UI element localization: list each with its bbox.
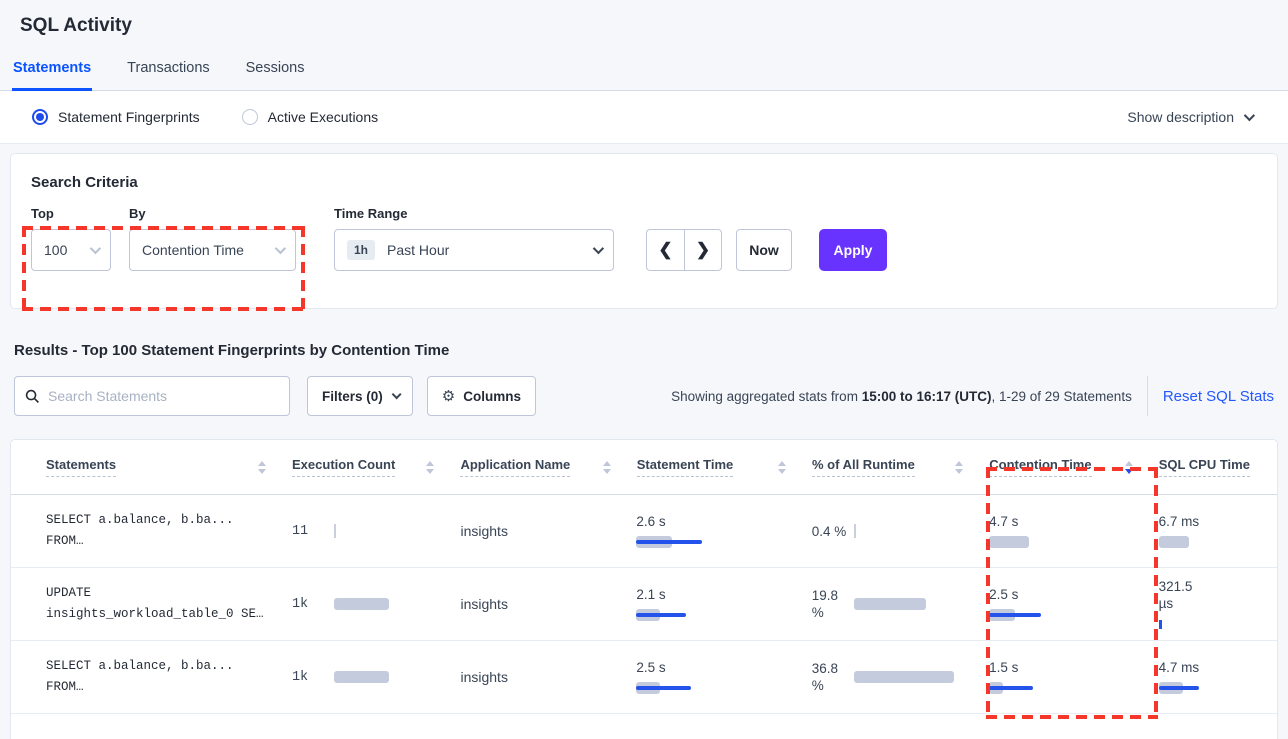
now-button[interactable]: Now [736,229,792,271]
sort-icon[interactable] [778,461,786,474]
time-range-select[interactable]: 1h Past Hour [334,229,614,271]
by-field: By Contention Time [129,206,296,271]
radio-active-executions[interactable]: Active Executions [242,109,379,125]
results-toolbar: Filters (0) ⚙ Columns Showing aggregated… [14,376,1274,416]
column-header-statements[interactable]: Statements [46,457,292,477]
results-heading: Results - Top 100 Statement Fingerprints… [14,342,1288,359]
table-row[interactable]: SELECT a.balance, b.ba... FROM… 1k insig… [11,641,1277,714]
chevron-down-icon [391,389,401,399]
reset-sql-stats-link[interactable]: Reset SQL Stats [1163,388,1274,405]
top-select[interactable]: 100 [31,229,111,271]
column-header-sql-cpu-time[interactable]: SQL CPU Time [1159,457,1277,477]
execution-count-cell: 1k [292,669,461,686]
chevron-down-icon [1244,110,1255,121]
statement-time-bar [636,608,716,622]
aggregated-stats-text: Showing aggregated stats from 15:00 to 1… [671,389,1132,404]
contention-time-bar [989,681,1069,695]
divider [1147,376,1148,416]
sql-cpu-time-bar [1159,617,1239,631]
sort-icon[interactable] [258,461,266,474]
runtime-pct-bar [854,597,959,611]
sql-cpu-time-bar [1159,681,1239,695]
by-select[interactable]: Contention Time [129,229,296,271]
statement-link[interactable]: SELECT a.balance, b.ba... FROM… [46,510,292,552]
search-statements-input[interactable] [48,388,268,404]
table-header-row: Statements Execution Count Application N… [11,440,1277,495]
apply-button[interactable]: Apply [819,229,887,271]
execution-count-cell: 11 [292,523,461,540]
runtime-pct-bar [854,524,959,538]
statement-time-bar [636,535,716,549]
time-range-next-button[interactable]: ❯ [684,229,722,271]
chevron-down-icon [593,243,604,254]
statements-table: Statements Execution Count Application N… [10,439,1278,739]
columns-button[interactable]: ⚙ Columns [427,376,536,416]
runtime-pct-bar [854,670,959,684]
tab-transactions[interactable]: Transactions [126,56,210,90]
time-range-field: Time Range 1h Past Hour [334,206,614,271]
contention-time-cell: 2.5 s [989,586,1159,622]
time-range-prev-button[interactable]: ❮ [646,229,684,271]
statement-time-bar [636,681,716,695]
column-header-statement-time[interactable]: Statement Time [637,457,812,477]
gear-icon: ⚙ [442,387,455,405]
sql-cpu-time-cell: 321.5 µs [1159,578,1277,631]
search-statements-box [14,376,290,416]
tab-sessions[interactable]: Sessions [245,56,306,90]
statement-link[interactable]: UPDATE insights_workload_table_0 SE… [46,583,292,625]
filters-button[interactable]: Filters (0) [307,376,413,416]
runtime-pct-cell: 19.8 % [812,587,989,621]
sort-icon[interactable] [603,461,611,474]
tab-bar: Statements Transactions Sessions [0,56,1288,91]
execution-count-bar [334,597,431,611]
contention-time-cell: 4.7 s [989,513,1159,549]
execution-count-cell: 1k [292,596,461,613]
runtime-pct-cell: 36.8 % [812,660,989,694]
time-range-badge: 1h [347,240,375,260]
contention-time-cell: 1.5 s [989,659,1159,695]
statement-time-cell: 2.5 s [636,659,811,695]
sort-icon-active-desc[interactable] [1125,461,1133,474]
statement-link[interactable]: SELECT a.balance, b.ba... FROM… [46,656,292,698]
execution-count-bar [334,670,431,684]
radio-statement-fingerprints[interactable]: Statement Fingerprints [32,109,200,125]
chevron-down-icon [275,243,286,254]
table-row[interactable]: SELECT a.balance, b.ba... FROM… 11 insig… [11,495,1277,568]
contention-time-bar [989,535,1069,549]
column-header-runtime-pct[interactable]: % of All Runtime [812,457,989,477]
runtime-pct-cell: 0.4 % [812,523,989,540]
tab-statements[interactable]: Statements [12,56,92,91]
application-name-cell: insights [460,596,636,612]
top-field: Top 100 [31,206,111,271]
statement-time-cell: 2.1 s [636,586,811,622]
time-range-arrows: ❮ ❯ [646,229,722,271]
column-header-application-name[interactable]: Application Name [460,457,636,477]
statement-time-cell: 2.6 s [636,513,811,549]
sql-cpu-time-cell: 4.7 ms [1159,659,1277,695]
column-header-contention-time[interactable]: Contention Time [989,457,1158,477]
sort-icon[interactable] [426,461,434,474]
search-criteria-heading: Search Criteria [31,174,1257,191]
column-header-execution-count[interactable]: Execution Count [292,457,460,477]
table-row[interactable]: UPDATE insights_workload_table_0 SE… 1k … [11,568,1277,641]
sort-icon[interactable] [955,461,963,474]
execution-count-bar [334,524,431,538]
sql-cpu-time-cell: 6.7 ms [1159,513,1277,549]
radio-unselected-icon [242,109,258,125]
radio-selected-icon [32,109,48,125]
contention-time-bar [989,608,1069,622]
application-name-cell: insights [460,523,636,539]
search-icon [25,389,40,404]
view-toggle-bar: Statement Fingerprints Active Executions… [0,91,1288,143]
chevron-down-icon [90,243,101,254]
show-description-toggle[interactable]: Show description [1127,109,1252,125]
sql-cpu-time-bar [1159,535,1239,549]
application-name-cell: insights [460,669,636,685]
search-criteria-card: Search Criteria Top 100 By Contention Ti… [10,153,1278,309]
page-title: SQL Activity [0,0,1288,37]
